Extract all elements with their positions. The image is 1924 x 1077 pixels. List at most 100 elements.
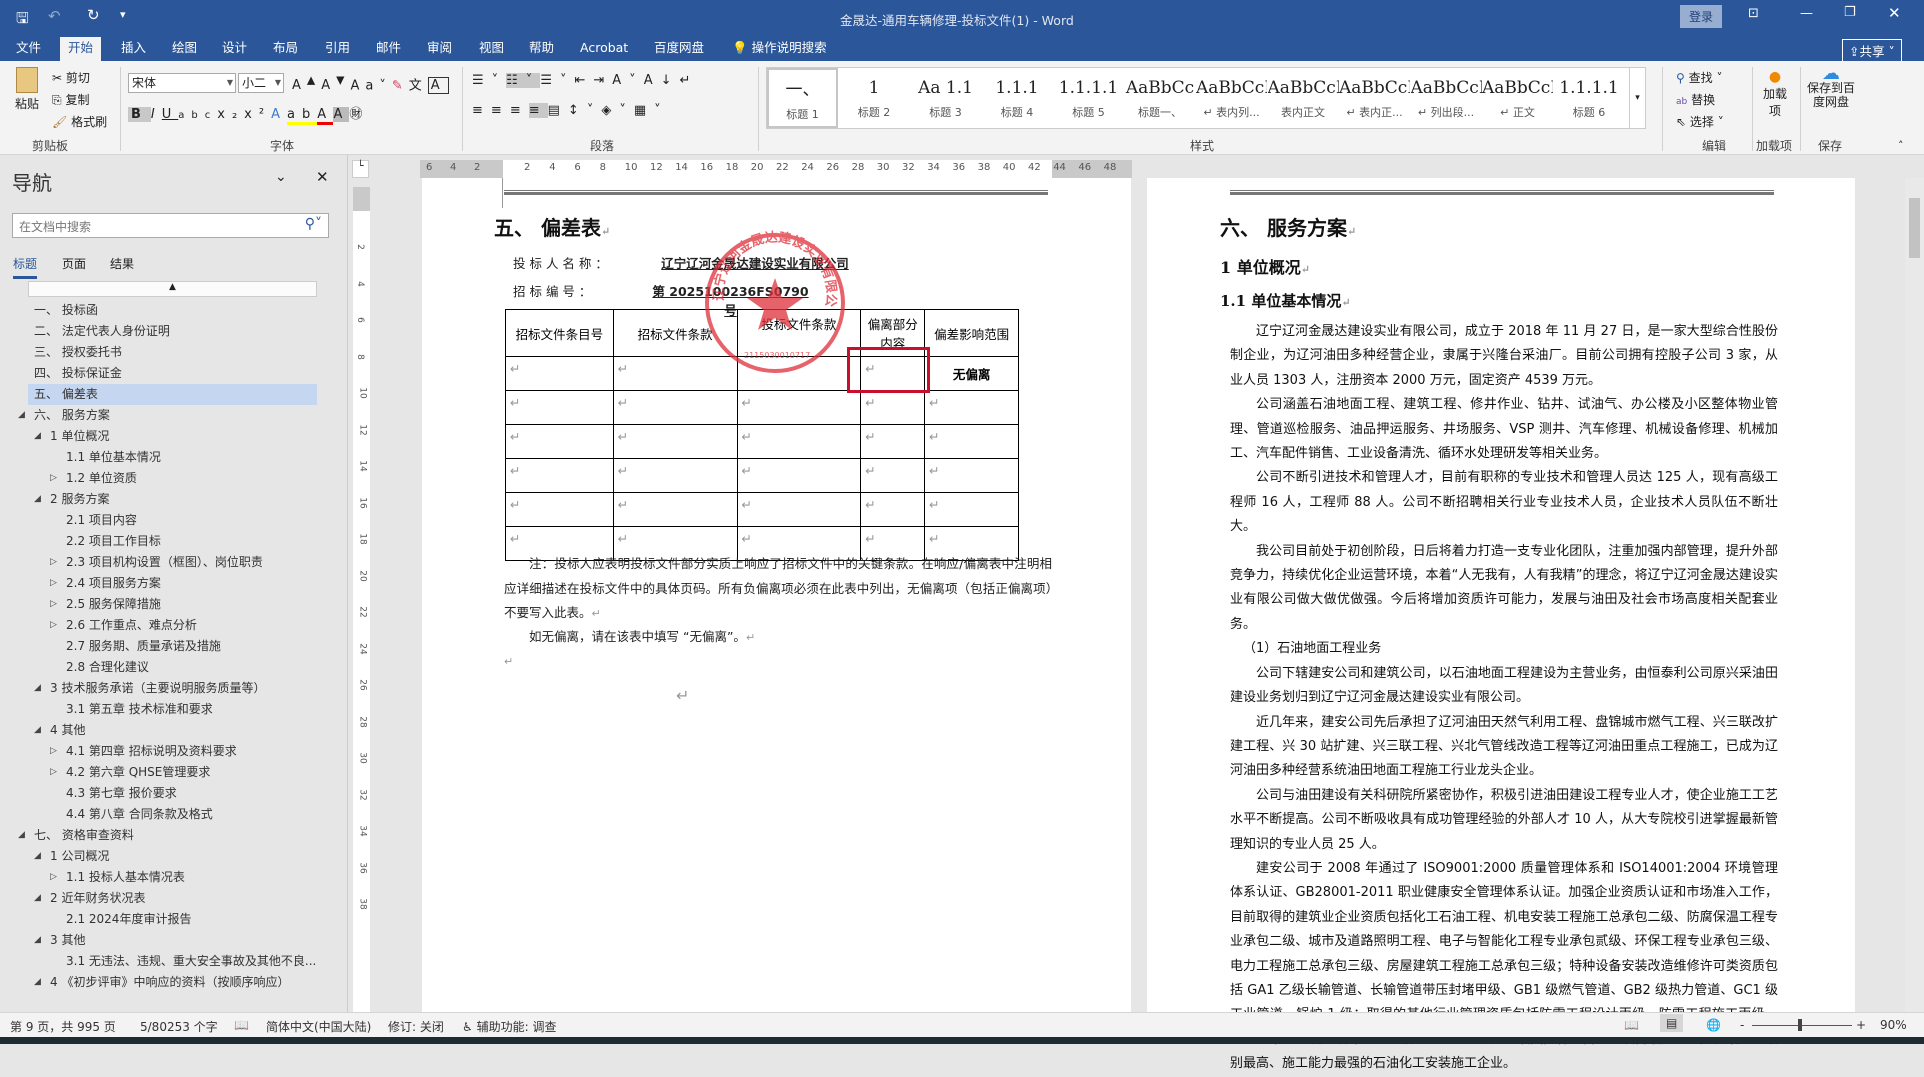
collapsed-triangle-icon[interactable]: ▷ — [50, 573, 57, 594]
tell-me-search[interactable]: 💡 操作说明搜索 — [724, 37, 835, 61]
nav-heading-item[interactable]: ▷ 1.1 投标人基本情况表 — [0, 867, 340, 888]
shrink-font-icon[interactable]: A▼ — [321, 74, 350, 93]
vertical-ruler[interactable]: 2 4 6 8 10 12 14 16 18 20 22 24 26 28 30 32 34 36 38 — [353, 187, 370, 1012]
addins-button[interactable]: ● 加载项 — [1760, 69, 1790, 119]
tab-design[interactable]: 设计 — [214, 37, 255, 61]
restore-icon[interactable]: ❐ — [1844, 5, 1856, 20]
nav-heading-item[interactable]: 三、 授权委托书 — [0, 342, 340, 363]
nav-heading-item[interactable]: 4.4 第八章 合同条款及格式 — [0, 804, 340, 825]
language-status[interactable]: 简体中文(中国大陆) — [266, 1018, 371, 1035]
nav-heading-item[interactable]: ▷ 1.2 单位资质 — [0, 468, 340, 489]
nav-tab-pages[interactable]: 页面 — [62, 255, 86, 272]
redo-icon[interactable]: ↻ — [87, 6, 100, 24]
tab-draw[interactable]: 绘图 — [164, 37, 205, 61]
expanded-triangle-icon[interactable]: ◢ — [34, 678, 41, 699]
table-cell[interactable]: ↵ — [736, 458, 862, 493]
nav-heading-item[interactable]: ▷ 2.5 服务保障措施 — [0, 594, 340, 615]
accessibility-status[interactable]: ♿ 辅助功能: 调查 — [462, 1018, 556, 1035]
table-cell[interactable]: ↵ — [505, 424, 614, 459]
text-effects-icon[interactable]: A — [271, 107, 287, 122]
undo-icon[interactable]: ↶ — [48, 7, 61, 25]
nav-heading-item[interactable]: 一、 投标函 — [0, 300, 340, 321]
paste-button[interactable]: 粘贴 — [12, 67, 42, 112]
search-icon[interactable]: ⚲˅ — [305, 216, 322, 232]
tab-selector[interactable]: └ — [352, 160, 369, 178]
table-cell[interactable]: ↵ — [505, 458, 614, 493]
nav-heading-item[interactable]: ◢ 七、 资格审查资料 — [0, 825, 340, 846]
collapsed-triangle-icon[interactable]: ▷ — [50, 552, 57, 573]
nav-search-input[interactable]: 在文档中搜索 ⚲˅ — [12, 213, 329, 238]
save-icon[interactable]: 🖫 — [16, 8, 29, 33]
underline-icon[interactable]: U — [162, 107, 179, 122]
collapsed-triangle-icon[interactable]: ▷ — [50, 762, 57, 783]
style-2[interactable]: 1 标题 2 — [839, 68, 910, 128]
table-cell[interactable]: ↵ — [860, 390, 926, 425]
nav-heading-item[interactable]: 2.2 项目工作目标 — [0, 531, 340, 552]
customize-qat-icon[interactable]: ▾ — [120, 8, 126, 21]
change-case-icon[interactable]: Aa˅ — [350, 78, 391, 93]
zoom-out-button[interactable]: - — [1740, 1018, 1744, 1032]
nav-heading-item[interactable]: ▷ 2.3 项目机构设置（框图）、岗位职责 — [0, 552, 340, 573]
expanded-triangle-icon[interactable]: ◢ — [34, 846, 41, 867]
nav-tab-headings[interactable]: 标题 — [13, 255, 38, 279]
clear-format-icon[interactable]: ✎ — [392, 78, 409, 93]
scroll-to-top-button[interactable]: ▲ — [28, 281, 317, 297]
proofing-icon[interactable]: 📖 — [234, 1018, 249, 1032]
tab-help[interactable]: 帮助 — [521, 37, 562, 61]
nav-heading-item[interactable]: 五、 偏差表 — [28, 384, 317, 405]
nav-heading-item[interactable]: 2.1 2024年度审计报告 — [0, 909, 340, 930]
zoom-slider[interactable] — [1752, 1025, 1852, 1026]
increase-indent-icon[interactable]: ⇥ — [593, 73, 612, 88]
tab-review[interactable]: 审阅 — [419, 37, 460, 61]
char-border-icon[interactable]: A — [427, 77, 449, 95]
expanded-triangle-icon[interactable]: ◢ — [34, 888, 41, 909]
nav-heading-item[interactable]: 1.1 单位基本情况 — [0, 447, 340, 468]
table-cell[interactable]: 无偏离 — [924, 356, 1019, 391]
nav-heading-item[interactable]: 3.1 第五章 技术标准和要求 — [0, 699, 340, 720]
font-size-combo[interactable]: 小二 ▼ — [238, 73, 284, 93]
expanded-triangle-icon[interactable]: ◢ — [18, 405, 25, 426]
zoom-slider-thumb[interactable] — [1798, 1019, 1802, 1031]
table-cell[interactable]: ↵ — [924, 390, 1019, 425]
style-5[interactable]: 1.1.1.1 标题 5 — [1053, 68, 1124, 128]
tab-references[interactable]: 引用 — [317, 37, 358, 61]
nav-heading-item[interactable]: 二、 法定代表人身份证明 — [0, 321, 340, 342]
nav-heading-item[interactable]: ◢ 1 单位概况 — [0, 426, 340, 447]
nav-heading-item[interactable]: ◢ 六、 服务方案 — [0, 405, 340, 426]
nav-heading-item[interactable]: 4.3 第七章 报价要求 — [0, 783, 340, 804]
format-painter-button[interactable]: 🖌 格式刷 — [52, 113, 107, 130]
expanded-triangle-icon[interactable]: ◢ — [34, 972, 41, 993]
nav-heading-item[interactable]: 2.8 合理化建议 — [0, 657, 340, 678]
expanded-triangle-icon[interactable]: ◢ — [34, 930, 41, 951]
table-cell[interactable]: ↵ — [612, 424, 738, 459]
zoom-level[interactable]: 90% — [1880, 1018, 1907, 1032]
style-4[interactable]: 1.1.1 标题 4 — [982, 68, 1053, 128]
font-name-combo[interactable]: 宋体 ▼ — [128, 73, 236, 93]
multilevel-list-icon[interactable]: ☰˅ — [540, 73, 574, 88]
close-icon[interactable]: ✕ — [1888, 4, 1901, 22]
grow-font-icon[interactable]: A▲ — [292, 74, 321, 93]
collapsed-triangle-icon[interactable]: ▷ — [50, 741, 57, 762]
table-cell[interactable]: ↵ — [736, 492, 862, 527]
align-center-icon[interactable]: ≡ — [491, 103, 510, 118]
print-layout-icon[interactable]: ▤ — [1660, 1014, 1684, 1032]
word-count[interactable]: 5/80253 个字 — [140, 1018, 218, 1035]
tab-file[interactable]: 文件 — [8, 37, 49, 61]
horizontal-ruler[interactable]: 6 4 2 2 4 6 8 10 12 14 16 18 20 22 24 26 28 30 32 34 36 38 40 4… — [420, 160, 1132, 178]
find-button[interactable]: ⚲ 查找 ˅ — [1676, 69, 1722, 86]
bullets-icon[interactable]: ☰˅ — [472, 73, 506, 88]
nav-heading-item[interactable]: ◢ 3 技术服务承诺（主要说明服务质量等） — [0, 678, 340, 699]
nav-heading-item[interactable]: ◢ 1 公司概况 — [0, 846, 340, 867]
tab-home[interactable]: 开始 — [60, 37, 102, 61]
nav-close-icon[interactable]: ✕ — [316, 168, 329, 186]
enclose-char-icon[interactable]: ㊖ — [349, 107, 369, 122]
tab-insert[interactable]: 插入 — [113, 37, 154, 61]
tab-view[interactable]: 视图 — [471, 37, 512, 61]
collapsed-triangle-icon[interactable]: ▷ — [50, 615, 57, 636]
subscript-icon[interactable]: x₂ — [217, 107, 244, 122]
expanded-triangle-icon[interactable]: ◢ — [34, 720, 41, 741]
web-layout-icon[interactable]: 🌐 — [1706, 1018, 1721, 1032]
char-shading-icon[interactable]: A — [333, 107, 350, 122]
tab-baidu-netdisk[interactable]: 百度网盘 — [646, 37, 712, 61]
tab-acrobat[interactable]: Acrobat — [572, 37, 636, 61]
